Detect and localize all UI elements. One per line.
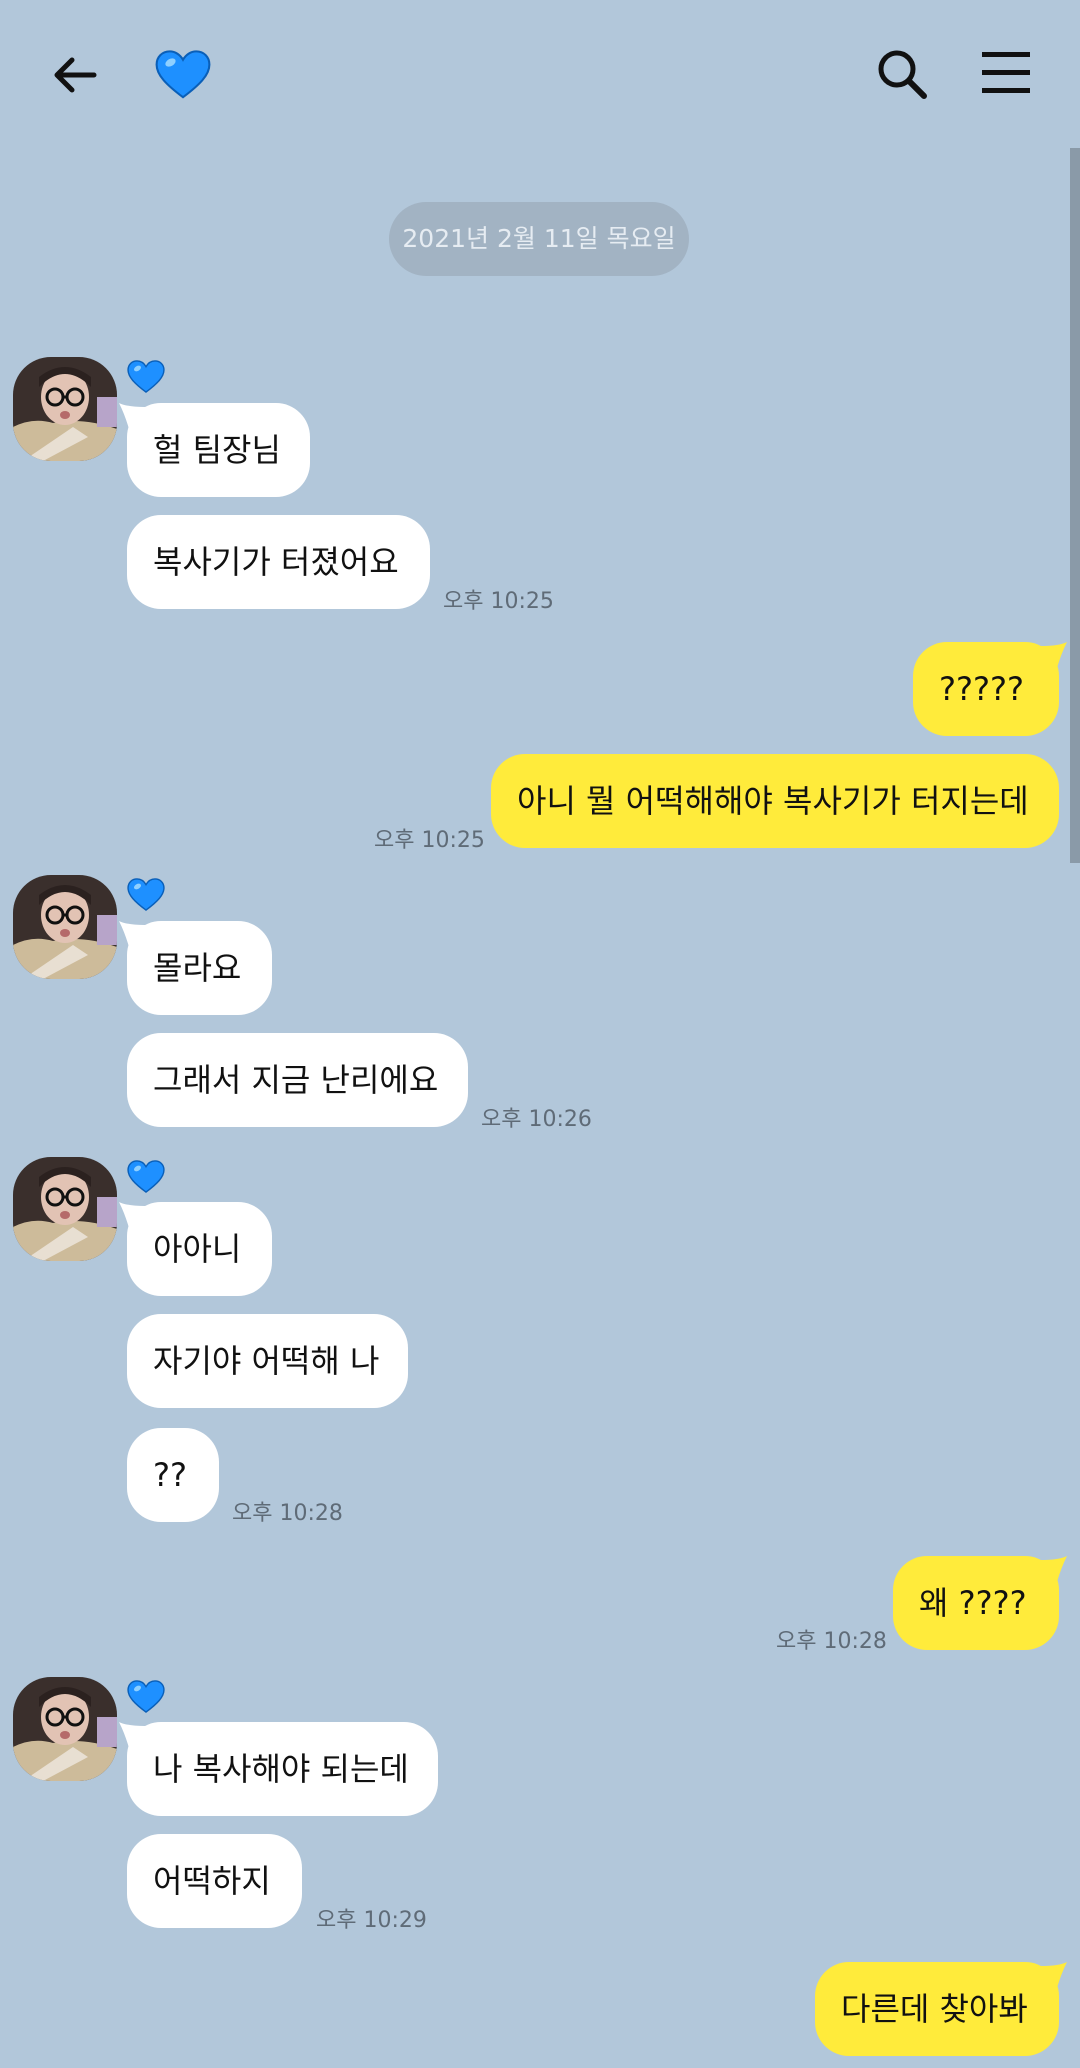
avatar[interactable]	[13, 875, 117, 979]
message-text: 아니 뭘 어떡해해야 복사기가 터지는데	[517, 782, 1029, 820]
incoming-message[interactable]: 그래서 지금 난리에요	[127, 1033, 468, 1127]
message-time: 오후 10:29	[316, 1908, 427, 1933]
message-text: 어떡하지	[153, 1862, 271, 1900]
message-text: 왜 ????	[919, 1584, 1027, 1622]
chat-header	[0, 0, 1080, 150]
sender-heart-icon	[127, 360, 165, 394]
menu-icon[interactable]	[982, 52, 1030, 94]
incoming-message[interactable]: 헐 팀장님	[127, 403, 310, 497]
message-time: 오후 10:25	[374, 828, 485, 853]
avatar[interactable]	[13, 357, 117, 461]
message-text: 헐 팀장님	[153, 431, 281, 469]
message-text: ?????	[939, 670, 1024, 708]
message-text: 그래서 지금 난리에요	[153, 1061, 439, 1099]
message-text: 아아니	[153, 1230, 242, 1268]
incoming-message[interactable]: 자기야 어떡해 나	[127, 1314, 408, 1408]
incoming-message[interactable]: ??	[127, 1428, 219, 1522]
message-time: 오후 10:28	[776, 1629, 887, 1654]
message-text: 복사기가 터졌어요	[153, 543, 399, 581]
incoming-message[interactable]: 어떡하지	[127, 1834, 302, 1928]
incoming-message[interactable]: 복사기가 터졌어요	[127, 515, 430, 609]
message-text: 나 복사해야 되는데	[153, 1750, 409, 1788]
message-time: 오후 10:28	[232, 1501, 343, 1526]
message-time: 오후 10:26	[481, 1107, 592, 1132]
avatar[interactable]	[13, 1157, 117, 1261]
message-text: 자기야 어떡해 나	[153, 1342, 380, 1380]
back-arrow-icon[interactable]	[50, 50, 100, 100]
blue-heart-icon	[155, 50, 211, 100]
date-divider: 2021년 2월 11일 목요일	[389, 202, 689, 276]
incoming-message[interactable]: 몰라요	[127, 921, 272, 1015]
search-icon[interactable]	[876, 48, 928, 100]
outgoing-message[interactable]: 아니 뭘 어떡해해야 복사기가 터지는데	[491, 754, 1059, 848]
scrollbar[interactable]	[1070, 148, 1080, 863]
sender-heart-icon	[127, 1160, 165, 1194]
outgoing-message[interactable]: ?????	[913, 642, 1059, 736]
avatar[interactable]	[13, 1677, 117, 1781]
sender-heart-icon	[127, 878, 165, 912]
message-text: ??	[153, 1456, 187, 1494]
outgoing-message[interactable]: 다른데 찾아봐	[815, 1962, 1059, 2056]
message-time: 오후 10:25	[443, 589, 554, 614]
sender-heart-icon	[127, 1680, 165, 1714]
message-text: 다른데 찾아봐	[841, 1990, 1028, 2028]
incoming-message[interactable]: 나 복사해야 되는데	[127, 1722, 438, 1816]
incoming-message[interactable]: 아아니	[127, 1202, 272, 1296]
message-text: 몰라요	[153, 949, 242, 987]
outgoing-message[interactable]: 왜 ????	[893, 1556, 1059, 1650]
